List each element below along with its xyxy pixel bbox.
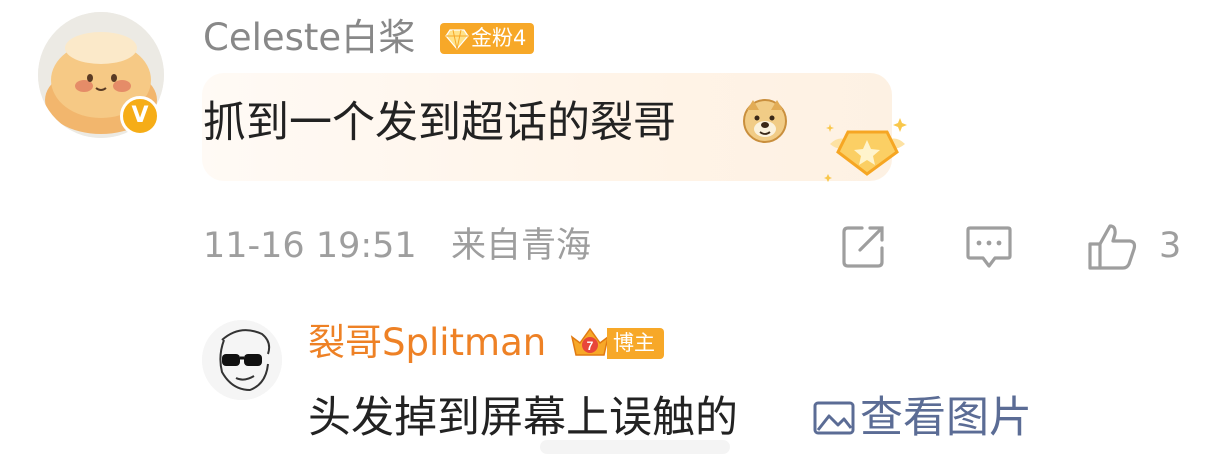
view-image-label: 查看图片 (860, 393, 1032, 443)
comment-location: 来自青海 (450, 226, 591, 266)
like-button[interactable] (1086, 222, 1140, 276)
like-icon (1088, 224, 1137, 270)
doge-emoji-icon (741, 96, 789, 148)
view-image-link[interactable]: 查看图片 (812, 390, 1032, 446)
comment-button[interactable] (964, 222, 1014, 274)
svg-text:7: 7 (587, 339, 594, 353)
comment-text: 抓到一个发到超话的裂哥 (203, 98, 676, 148)
blogger-badge-label: 博主 (607, 327, 664, 359)
verified-badge: V (120, 96, 160, 136)
diamond-icon (445, 28, 469, 50)
commenter-username[interactable]: Celeste白桨 (203, 14, 415, 62)
like-count: 3 (1159, 226, 1182, 266)
fan-badge-label: 金粉4 (471, 26, 527, 50)
comment-icon (966, 226, 1012, 268)
replier-username[interactable]: 裂哥Splitman (308, 320, 546, 366)
gold-fan-decoration (820, 112, 915, 191)
comment-timestamp: 11-16 19:51 (203, 226, 417, 266)
share-button[interactable] (840, 222, 888, 274)
crown-badge-icon: 7 (570, 327, 610, 356)
fan-level-badge[interactable]: 金粉4 (440, 23, 535, 54)
avatar-image (202, 320, 282, 400)
replier-avatar[interactable] (202, 320, 282, 400)
watermark-overlay (540, 432, 730, 462)
blogger-badge[interactable]: 7 博主 (569, 325, 664, 361)
comment-meta: 11-16 19:51 来自青海 (203, 224, 591, 268)
share-icon (842, 226, 884, 268)
image-icon (813, 401, 855, 435)
